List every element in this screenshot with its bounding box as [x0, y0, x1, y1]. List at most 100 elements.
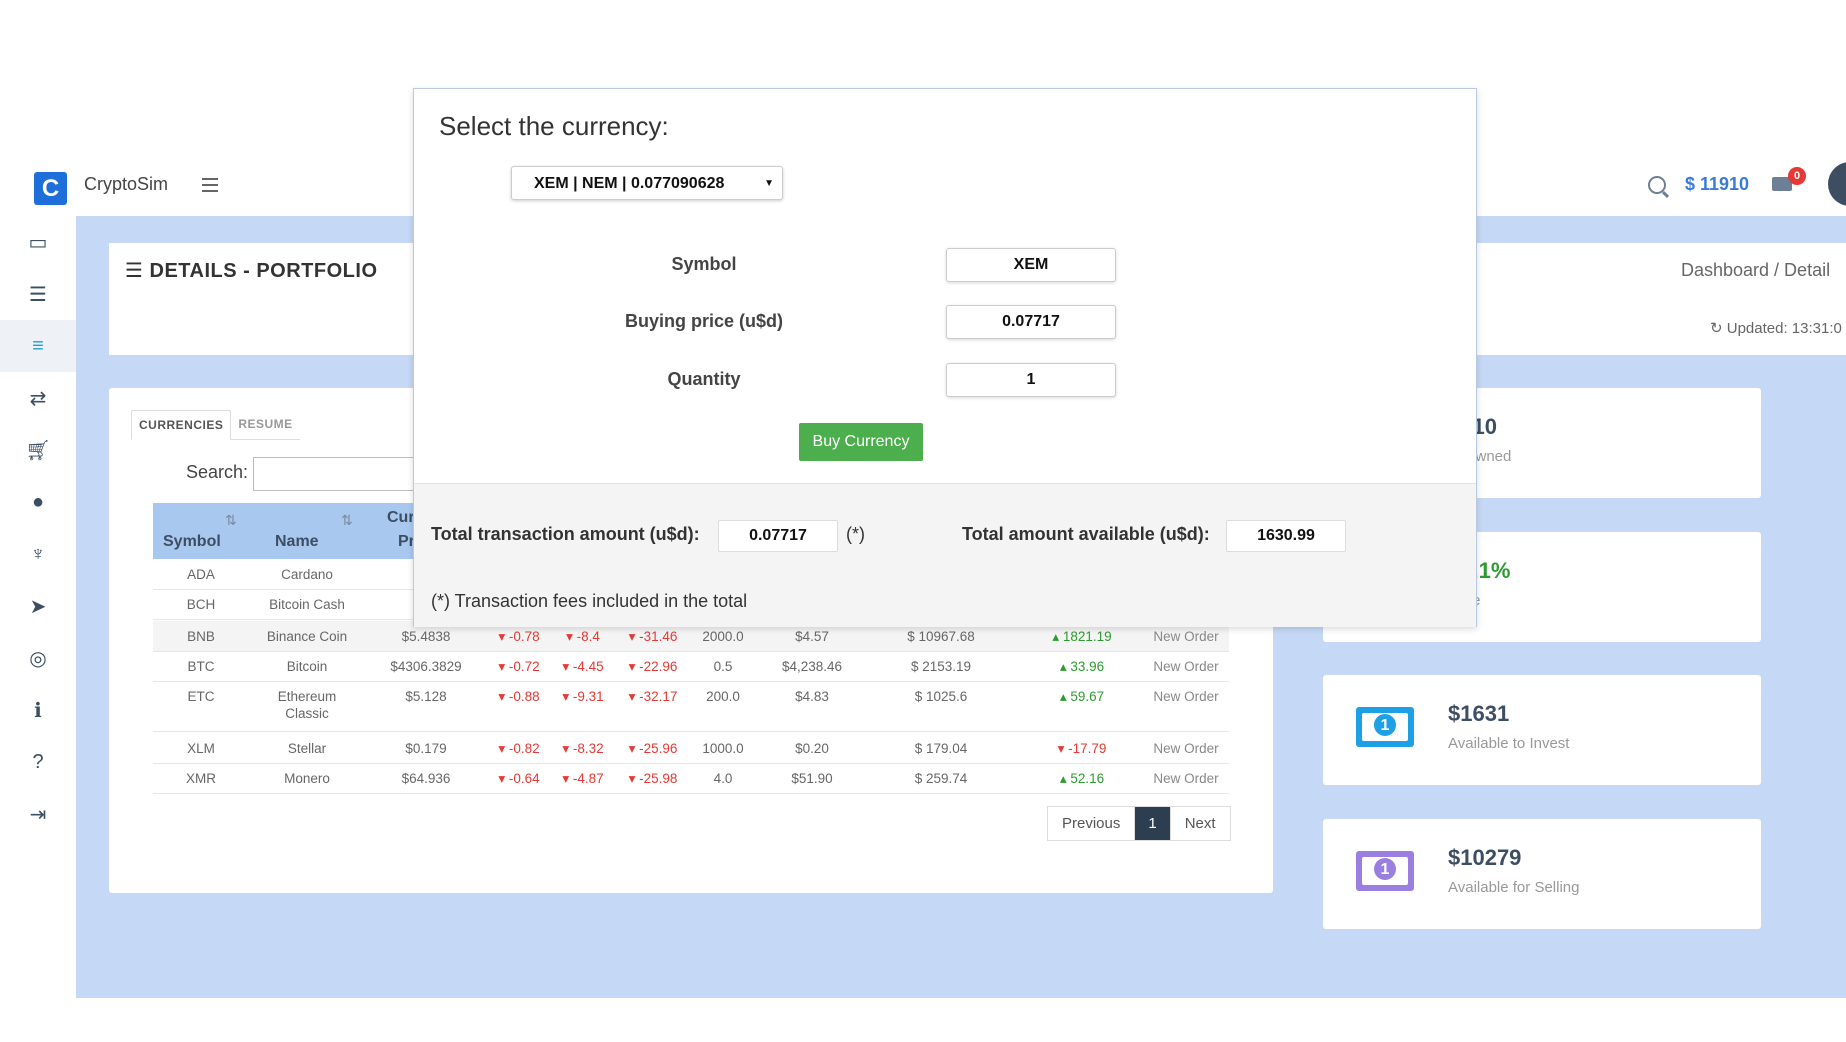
cell-text: ADA [187, 567, 215, 582]
cell-name: Monero [284, 771, 330, 786]
cell-text: $5.4838 [401, 629, 451, 644]
cell-text: -17.79 [1068, 741, 1107, 756]
app-logo[interactable]: C [34, 172, 67, 205]
col-symbol[interactable]: Symbol [163, 533, 221, 551]
total-transaction-field[interactable]: 0.07717 [718, 520, 838, 552]
arrow-down-icon: ▾ [498, 689, 509, 704]
cell-text: -4.45 [572, 659, 604, 674]
stat-label: Available for Selling [1448, 879, 1580, 896]
buy-currency-button[interactable]: Buy Currency [799, 423, 923, 461]
cell-text: 1821.19 [1062, 629, 1112, 644]
arrow-down-icon: ▾ [562, 689, 573, 704]
pagination: Previous 1 Next [1047, 806, 1231, 841]
cell-c1: ▾ -0.64 [498, 771, 539, 787]
sidebar-github-icon[interactable]: ◎ [0, 632, 76, 684]
arrow-up-icon: ▴ [1052, 629, 1063, 644]
cell-text: 33.96 [1070, 659, 1105, 674]
cell-symbol: ADA [187, 567, 215, 582]
cell-text: ETC [187, 689, 215, 704]
arrow-down-icon: ▾ [628, 689, 640, 704]
cell-text: -0.72 [508, 659, 540, 674]
cell-text: -32.17 [639, 689, 678, 704]
symbol-label: Symbol [671, 254, 737, 274]
arrow-down-icon: ▾ [566, 629, 577, 644]
cell-symbol: BCH [187, 597, 216, 612]
cell-name-line2: Classic [285, 706, 329, 721]
cell-text: $51.90 [791, 771, 833, 786]
cell-c2: ▾ -4.45 [562, 659, 603, 675]
cell-text: -25.96 [639, 741, 678, 756]
sidebar-dashboard-icon[interactable]: ▭ [0, 216, 76, 268]
cell-c3: ▾ -32.17 [629, 689, 678, 705]
cell-order[interactable]: New Order [1153, 741, 1218, 756]
cell-qty: 0.5 [714, 659, 733, 674]
table-row[interactable]: XMR Monero $64.936 ▾ -0.64 ▾ -4.87 ▾ -25.98 4.… [153, 763, 1229, 794]
breadcrumb[interactable]: Dashboard / Detail [1681, 260, 1830, 281]
cell-text: $5.128 [405, 689, 447, 704]
cell-cp: $4.57 [795, 629, 829, 644]
sidebar-cart-icon[interactable]: 🛒︎ [0, 424, 76, 476]
symbol-field[interactable]: XEM [946, 248, 1116, 282]
sidebar-send-icon[interactable]: ➤ [0, 580, 76, 632]
cell-text: -4.87 [572, 771, 604, 786]
buying-price-field[interactable]: 0.07717 [946, 305, 1116, 339]
header-balance[interactable]: $ 11910 [1685, 174, 1749, 195]
table-row[interactable]: ETC Ethereum $5.128 ▾ -0.88 ▾ -9.31 ▾ -32.17 2… [153, 681, 1229, 732]
cell-delta: ▴ 59.67 [1060, 689, 1104, 705]
page-1-button[interactable]: 1 [1135, 807, 1171, 840]
cell-cp: $0.20 [795, 741, 829, 756]
app-title[interactable]: CryptoSim [84, 174, 168, 195]
cell-text: $ 1025.6 [914, 689, 968, 704]
table-row[interactable]: XLM Stellar $0.179 ▾ -0.82 ▾ -8.32 ▾ -25.96 10… [153, 733, 1229, 764]
updated-text: Updated: 13:31:0 [1726, 320, 1842, 337]
cell-name: Stellar [288, 741, 326, 756]
cell-text: XMR [186, 771, 216, 786]
hamburger-menu-icon[interactable] [202, 178, 218, 196]
sidebar-portfolio-icon[interactable]: ≡ [0, 320, 76, 372]
cell-text: $ 179.04 [914, 741, 968, 756]
col-name[interactable]: Name [275, 533, 319, 551]
tab-currencies[interactable]: CURRENCIES [131, 410, 232, 440]
cell-order[interactable]: New Order [1153, 771, 1218, 786]
stat-value: $10279 [1448, 845, 1522, 870]
currency-select[interactable]: XEM | NEM | 0.077090628 ▼ [511, 166, 783, 200]
sidebar-trophy-icon[interactable]: ♆ [0, 528, 76, 580]
previous-button[interactable]: Previous [1048, 807, 1136, 840]
arrow-down-icon: ▾ [498, 771, 509, 786]
cell-symbol: ETC [188, 689, 215, 704]
arrow-down-icon: ▾ [498, 741, 509, 756]
cell-text: -0.82 [508, 741, 540, 756]
sidebar-user-icon[interactable]: ● [0, 476, 76, 528]
table-row[interactable]: BTC Bitcoin $4306.3829 ▾ -0.72 ▾ -4.45 ▾ -22.… [153, 651, 1229, 682]
sidebar-help-icon[interactable]: ? [0, 736, 76, 788]
cell-c2: ▾ -8.4 [566, 629, 600, 645]
sort-icon[interactable]: ⇅ [225, 512, 237, 529]
col-current-price[interactable]: Cur [387, 509, 415, 527]
tab-resume[interactable]: RESUME [231, 410, 300, 440]
cell-price: $64.936 [402, 771, 451, 786]
cell-text: XLM [187, 741, 215, 756]
cell-text: Cardano [281, 567, 333, 582]
cell-price: $4306.3829 [390, 659, 461, 674]
search-icon[interactable] [1648, 176, 1666, 194]
cell-text: 2000.0 [702, 629, 744, 644]
next-button[interactable]: Next [1171, 807, 1230, 840]
cell-price: $5.128 [405, 689, 446, 704]
page-title: ☰ DETAILS - PORTFOLIO [125, 260, 378, 282]
sidebar-exchange-icon[interactable]: ⇄ [0, 372, 76, 424]
fee-mark: (*) [846, 524, 865, 544]
cell-text: $4.83 [795, 689, 829, 704]
cell-order[interactable]: New Order [1153, 689, 1218, 704]
modal-footer: Total transaction amount (u$d): 0.07717 … [414, 483, 1476, 627]
updated-time: ↻ Updated: 13:31:0 [1710, 320, 1842, 337]
sidebar-list-icon[interactable]: ☰ [0, 268, 76, 320]
quantity-field[interactable]: 1 [946, 363, 1116, 397]
sort-icon[interactable]: ⇅ [341, 512, 353, 529]
cell-order[interactable]: New Order [1153, 629, 1218, 644]
sidebar-logout-icon[interactable]: ⇥ [0, 788, 76, 840]
sidebar: ▭ ☰ ≡ ⇄ 🛒︎ ● ♆ ➤ ◎ ℹ ? ⇥ [0, 216, 77, 998]
cell-order[interactable]: New Order [1153, 659, 1218, 674]
sidebar-info-icon[interactable]: ℹ [0, 684, 76, 736]
total-available-field[interactable]: 1630.99 [1226, 520, 1346, 552]
cell-c1: ▾ -0.78 [498, 629, 539, 645]
